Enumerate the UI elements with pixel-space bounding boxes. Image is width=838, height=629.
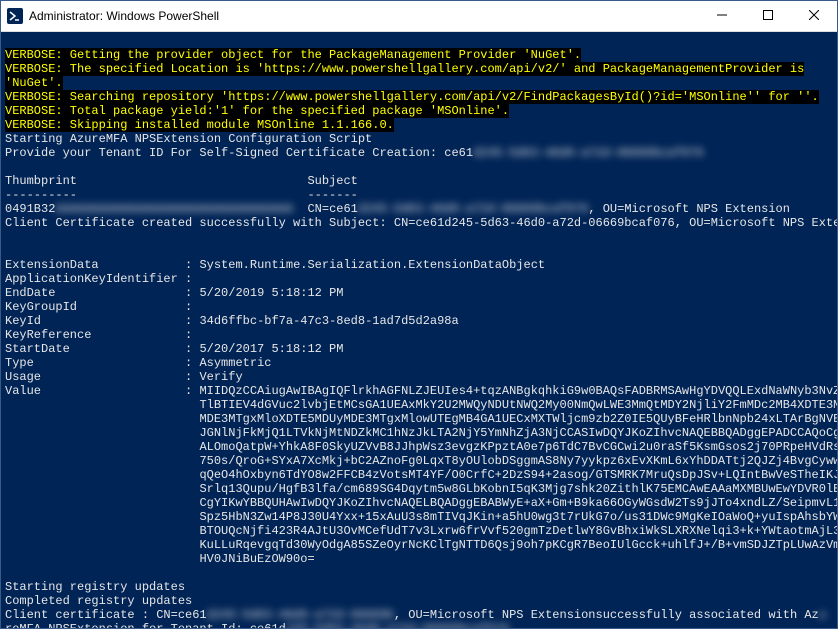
redacted-subject: d245-5d63-46d0-a72d-06669b bbox=[207, 608, 394, 622]
prop-row: ExtensionData : System.Runtime.Serializa… bbox=[5, 258, 545, 272]
console-area[interactable]: VERBOSE: Getting the provider object for… bbox=[1, 32, 837, 628]
prop-value-cont: qQeO4hOxbyn6TdYO8w2FFCB4zVotsMT4YF/O0Crf… bbox=[5, 468, 837, 482]
redacted-tenant-id: d245-5d63-46d0-a72d-06669bcaf076 bbox=[473, 146, 703, 160]
output-line: Completed registry updates bbox=[5, 594, 192, 608]
verbose-line: VERBOSE: Total package yield:'1' for the… bbox=[5, 104, 509, 118]
maximize-icon bbox=[763, 10, 773, 23]
prop-value-cont: MDE3MTgxMloXDTE5MDUyMDE3MTgxMlowUTEgMB4G… bbox=[5, 412, 837, 426]
prop-value-cont: TlBTIEV4dGVuc2lvbjEtMCsGA1UEAxMkY2U2MWQy… bbox=[5, 398, 837, 412]
minimize-icon bbox=[717, 10, 727, 23]
verbose-line: 'NuGet'. bbox=[5, 76, 63, 90]
close-icon bbox=[809, 10, 819, 23]
prop-value-cont: Srlq13Qupu/HgfB3lfa/cm689SG4Dqytm5w8GLbK… bbox=[5, 482, 837, 496]
output-line: Client certificate : CN=ce61d245-5d63-46… bbox=[5, 608, 826, 622]
prop-value-cont: ALOmoQatpW+YhkA8F0SkyUZVvB8JJhpWsz3evgzK… bbox=[5, 440, 837, 454]
verbose-line: VERBOSE: Searching repository 'https://w… bbox=[5, 90, 819, 104]
table-header: Thumbprint Subject bbox=[5, 174, 358, 188]
prop-value-cont: 750s/QroG+SYxA7XcMkj+bC2AZnoFg0LqxT8yOUl… bbox=[5, 454, 837, 468]
verbose-line: VERBOSE: Getting the provider object for… bbox=[5, 48, 581, 62]
powershell-icon bbox=[7, 8, 23, 24]
redacted-subject: d245-5d63-46d0-a72d-06669bcaf076 bbox=[358, 202, 588, 216]
output-line: Starting registry updates bbox=[5, 580, 185, 594]
prop-row: KeyGroupId : bbox=[5, 300, 192, 314]
minimize-button[interactable] bbox=[699, 1, 745, 31]
output-line: Provide your Tenant ID For Self-Signed C… bbox=[5, 146, 704, 160]
prop-value-cont: JGNlNjFkMjQ1LTVkNjMtNDZkMC1hNzJkLTA2NjY5… bbox=[5, 426, 837, 440]
prop-row: Usage : Verify bbox=[5, 370, 243, 384]
verbose-line: VERBOSE: Skipping installed module MSOnl… bbox=[5, 118, 394, 132]
prop-value-cont: KuLLuRqevgqTd30WyOdgA85SZeOyrNcKClTgNTTD… bbox=[5, 538, 837, 552]
output-line: Starting AzureMFA NPSExtension Configura… bbox=[5, 132, 372, 146]
verbose-line: VERBOSE: The specified Location is 'http… bbox=[5, 62, 804, 76]
redacted-thumbprint: AAAAAAAAAAAAAAAAAAAAAAAAAAAAAAAAA bbox=[55, 202, 293, 216]
table-row: 0491B32AAAAAAAAAAAAAAAAAAAAAAAAAAAAAAAAA… bbox=[5, 202, 790, 216]
prop-row: Type : Asymmetric bbox=[5, 356, 271, 370]
window-titlebar[interactable]: Administrator: Windows PowerShell bbox=[1, 1, 837, 32]
prop-value-cont: BTOUQcNjfi423R4AJtU3OvMCefUdT7v3Lxrw6frV… bbox=[5, 524, 837, 538]
maximize-button[interactable] bbox=[745, 1, 791, 31]
prop-value-cont: HV0JNiBuEzOW90o= bbox=[5, 552, 315, 566]
window-title: Administrator: Windows PowerShell bbox=[29, 9, 699, 23]
prop-value-cont: Spz5HbN3Zw14P8J30U4Yxx+15xAuU3s8mTIVqJKi… bbox=[5, 510, 837, 524]
window-controls bbox=[699, 1, 837, 31]
prop-row: StartDate : 5/20/2017 5:18:12 PM bbox=[5, 342, 343, 356]
output-line: reMFA NPSExtension for Tenant Id: ce61d2… bbox=[5, 622, 509, 628]
prop-row: ApplicationKeyIdentifier : bbox=[5, 272, 192, 286]
close-button[interactable] bbox=[791, 1, 837, 31]
redacted-tenant-id: 245-5d63-46d0-a72d-06669bcaf076 bbox=[286, 622, 509, 628]
powershell-window: Administrator: Windows PowerShell VERBOS… bbox=[0, 0, 838, 629]
prop-row: KeyId : 34d6ffbc-bf7a-47c3-8ed8-1ad7d5d2… bbox=[5, 314, 459, 328]
prop-row: EndDate : 5/20/2019 5:18:12 PM bbox=[5, 286, 343, 300]
prop-value-cont: CgYIKwYBBQUHAwIwDQYJKoZIhvcNAQELBQADggEB… bbox=[5, 496, 837, 510]
prop-row: Value : MIIDQzCCAiugAwIBAgIQFlrkhAGFNLZJ… bbox=[5, 384, 837, 398]
output-line: Client Certificate created successfully … bbox=[5, 216, 837, 230]
table-divider: ---------- ------- bbox=[5, 188, 358, 202]
prop-row: KeyReference : bbox=[5, 328, 192, 342]
